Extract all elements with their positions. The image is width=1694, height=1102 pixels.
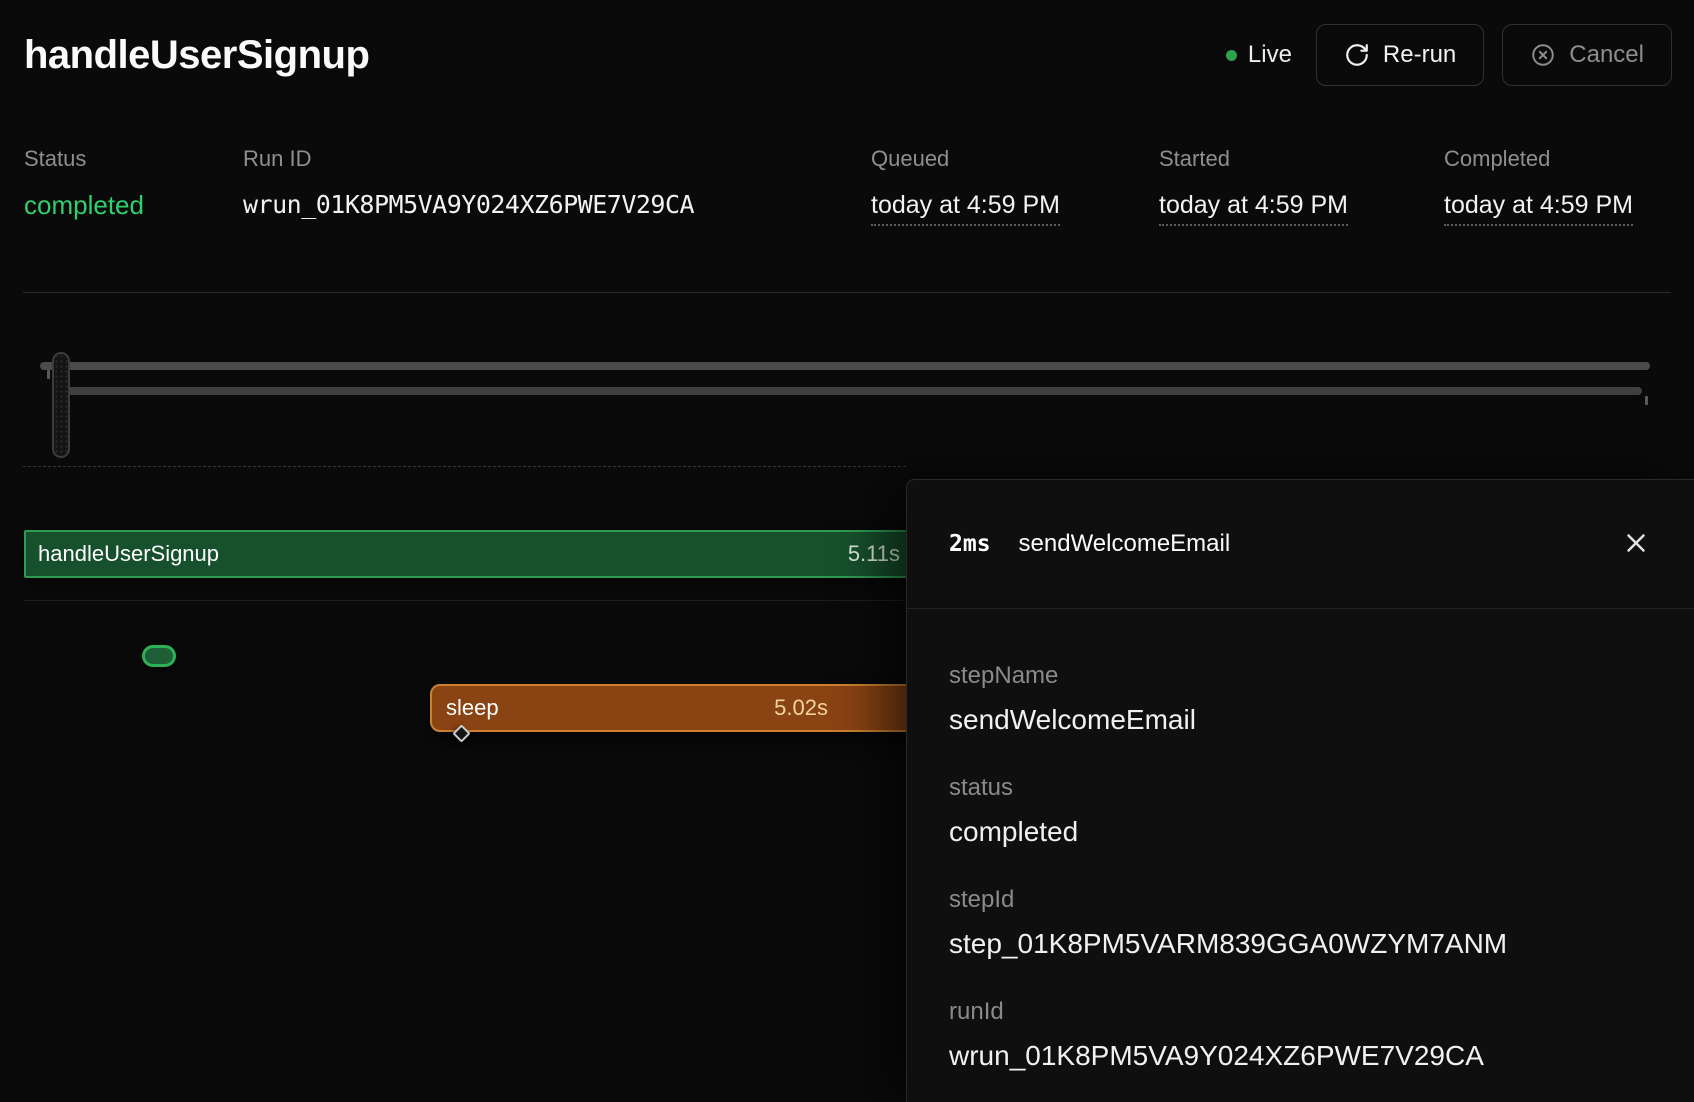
completed-value: today at 4:59 PM (1444, 190, 1633, 226)
span-label: handleUserSignup (26, 541, 219, 567)
meta-completed: Completed today at 4:59 PM (1444, 146, 1633, 226)
minimap-root-span-bar (40, 362, 1650, 370)
field-value: sendWelcomeEmail (949, 703, 1652, 737)
live-indicator: Live (1226, 41, 1292, 69)
span-label: sleep (432, 695, 499, 721)
run-metadata: Status completed Run ID wrun_01K8PM5VA9Y… (0, 146, 1694, 256)
section-divider (23, 292, 1671, 293)
rotate-cw-icon (1344, 42, 1370, 68)
panel-body: stepName sendWelcomeEmail status complet… (907, 609, 1694, 1073)
field-stepId: stepId step_01K8PM5VARM839GGA0WZYM7ANM (949, 885, 1652, 961)
rerun-button[interactable]: Re-run (1316, 24, 1484, 86)
timeline-brush-handle[interactable] (52, 352, 70, 458)
meta-run-id: Run ID wrun_01K8PM5VA9Y024XZ6PWE7V29CA (243, 146, 694, 220)
field-value: completed (949, 815, 1652, 849)
field-value: wrun_01K8PM5VA9Y024XZ6PWE7V29CA (949, 1039, 1652, 1073)
cancel-label: Cancel (1569, 41, 1644, 69)
minimap-event-tick (47, 370, 50, 379)
meta-label: Run ID (243, 146, 694, 172)
span-pill-sendWelcomeEmail[interactable] (142, 645, 176, 667)
field-key: status (949, 773, 1652, 803)
live-dot-icon (1226, 50, 1237, 61)
meta-started: Started today at 4:59 PM (1159, 146, 1348, 226)
header-actions: Live Re-run Cancel (1226, 24, 1672, 86)
span-bar-handleUserSignup[interactable]: handleUserSignup 5.11s (24, 530, 924, 578)
step-details-panel: 2ms sendWelcomeEmail stepName sendWelcom… (906, 479, 1694, 1102)
field-key: stepId (949, 885, 1652, 915)
field-key: stepName (949, 661, 1652, 691)
meta-label: Queued (871, 146, 1060, 172)
close-icon (1621, 528, 1651, 561)
page-title: handleUserSignup (24, 33, 369, 78)
step-title: sendWelcomeEmail (1019, 530, 1231, 558)
field-runId: runId wrun_01K8PM5VA9Y024XZ6PWE7V29CA (949, 997, 1652, 1073)
meta-status: Status completed (24, 146, 144, 220)
circle-x-icon (1530, 42, 1556, 68)
waterfall-top-separator (23, 466, 906, 467)
meta-label: Status (24, 146, 144, 172)
span-duration: 5.02s (774, 695, 928, 721)
queued-value: today at 4:59 PM (871, 190, 1060, 226)
cancel-button[interactable]: Cancel (1502, 24, 1672, 86)
status-value: completed (24, 190, 144, 220)
panel-header: 2ms sendWelcomeEmail (907, 480, 1694, 609)
rerun-label: Re-run (1383, 41, 1456, 69)
field-status: status completed (949, 773, 1652, 849)
live-label: Live (1248, 41, 1292, 69)
meta-label: Started (1159, 146, 1348, 172)
run-detail-page: handleUserSignup Live Re-run (0, 0, 1694, 1102)
waterfall-row-separator (24, 600, 906, 601)
minimap-sleep-span-bar (60, 387, 1642, 395)
step-duration: 2ms (949, 531, 991, 557)
started-value: today at 4:59 PM (1159, 190, 1348, 226)
run-id-value: wrun_01K8PM5VA9Y024XZ6PWE7V29CA (243, 190, 694, 220)
field-key: runId (949, 997, 1652, 1027)
minimap-event-tick (1645, 396, 1648, 405)
field-value: step_01K8PM5VARM839GGA0WZYM7ANM (949, 927, 1652, 961)
header: handleUserSignup Live Re-run (0, 0, 1694, 104)
span-bar-sleep[interactable]: sleep 5.02s (430, 684, 930, 732)
field-stepName: stepName sendWelcomeEmail (949, 661, 1652, 737)
close-panel-button[interactable] (1614, 522, 1658, 566)
meta-label: Completed (1444, 146, 1633, 172)
meta-queued: Queued today at 4:59 PM (871, 146, 1060, 226)
